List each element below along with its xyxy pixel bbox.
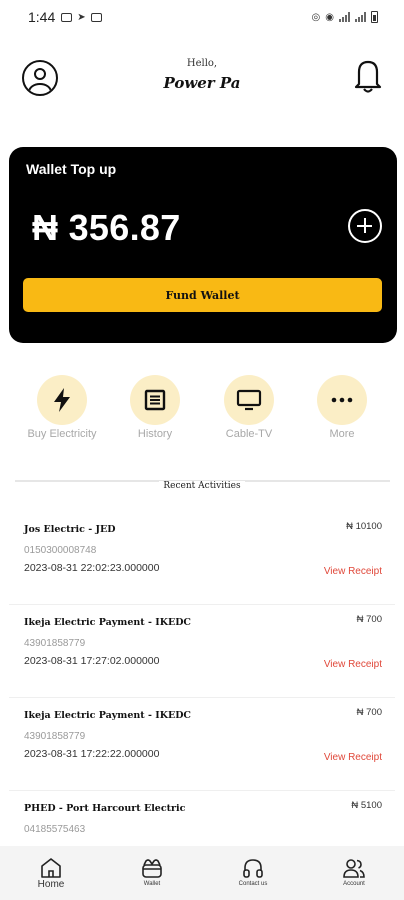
- status-left: 1:44 ➤: [28, 9, 102, 25]
- nav-label: Home: [37, 879, 65, 890]
- wallet-balance: ₦ 356.87: [32, 207, 181, 248]
- quick-action-more[interactable]: More: [297, 375, 387, 440]
- bell-icon[interactable]: [354, 58, 382, 94]
- list-icon: [130, 375, 180, 425]
- activity-meter-number: 04185575463: [24, 824, 86, 835]
- activity-date: 2023-08-31 22:02:23.000000: [24, 562, 160, 574]
- quick-action-history[interactable]: History: [110, 375, 200, 440]
- gallery-icon: [61, 12, 73, 22]
- quick-action-buy-electricity[interactable]: Buy Electricity: [17, 375, 107, 440]
- wallet-card: Wallet Top up ₦ 356.87 Fund Wallet: [9, 147, 397, 343]
- alarm-icon: ◎: [311, 11, 321, 23]
- activity-item[interactable]: Ikeja Electric Payment - IKEDC 439018587…: [9, 605, 395, 698]
- status-bar: 1:44 ➤ ◎ ◉: [0, 0, 404, 34]
- nav-wallet[interactable]: Wallet: [112, 846, 192, 900]
- users-icon: [343, 859, 365, 878]
- more-dots-icon: [317, 375, 367, 425]
- wallet-icon: [142, 859, 162, 878]
- view-receipt-link[interactable]: View Receipt: [324, 566, 382, 577]
- activity-title: PHED - Port Harcourt Electric: [24, 803, 186, 814]
- quick-action-cable-tv[interactable]: Cable-TV: [204, 375, 294, 440]
- activity-item[interactable]: PHED - Port Harcourt Electric 0418557546…: [9, 791, 395, 846]
- activity-date: 2023-08-31 17:27:02.000000: [24, 655, 160, 667]
- message-icon: [90, 12, 102, 22]
- user-name: Power Pa: [163, 74, 241, 92]
- fund-wallet-button[interactable]: Fund Wallet: [23, 278, 382, 312]
- nav-label: Account: [343, 881, 365, 887]
- quick-action-label: More: [329, 428, 355, 440]
- nav-contact-us[interactable]: Contact us: [213, 846, 293, 900]
- activity-amount: ₦ 10100: [346, 521, 382, 532]
- recent-activities-title: Recent Activities: [159, 481, 245, 491]
- wifi-icon: ◉: [325, 11, 334, 23]
- system-icons: ◎ ◉: [312, 11, 378, 23]
- quick-action-label: Cable-TV: [225, 428, 273, 440]
- greeting: Hello,: [186, 58, 218, 69]
- signal-icon: [339, 12, 350, 22]
- activity-date: 2023-08-31 17:22:22.000000: [24, 748, 160, 760]
- activity-title: Ikeja Electric Payment - IKEDC: [24, 710, 191, 721]
- activity-title: Jos Electric - JED: [24, 524, 116, 535]
- activity-amount: ₦ 5100: [351, 800, 382, 811]
- activity-meter-number: 43901858779: [24, 638, 86, 649]
- signal-icon-2: [355, 12, 366, 22]
- quick-action-label: History: [137, 428, 173, 440]
- view-receipt-link[interactable]: View Receipt: [324, 752, 382, 763]
- activity-meter-number: 0150300008748: [24, 545, 97, 556]
- wallet-title: Wallet Top up: [26, 161, 117, 177]
- activity-amount: ₦ 700: [356, 707, 382, 718]
- nav-account[interactable]: Account: [314, 846, 394, 900]
- activity-item[interactable]: Ikeja Electric Payment - IKEDC 439018587…: [9, 698, 395, 791]
- lightning-icon: [37, 375, 87, 425]
- home-icon: [41, 858, 61, 878]
- activity-item[interactable]: Jos Electric - JED 0150300008748 2023-08…: [9, 512, 395, 605]
- bottom-nav: Home Wallet Contact us Account: [0, 846, 404, 900]
- headphones-icon: [243, 859, 263, 878]
- activity-amount: ₦ 700: [356, 614, 382, 625]
- recent-activities-header: Recent Activities: [0, 473, 404, 492]
- quick-action-label: Buy Electricity: [27, 428, 97, 440]
- notification-icons: ➤: [61, 11, 102, 23]
- activity-title: Ikeja Electric Payment - IKEDC: [24, 617, 191, 628]
- header: Hello, Power Pa: [0, 54, 404, 104]
- nav-label: Wallet: [143, 881, 161, 887]
- view-receipt-link[interactable]: View Receipt: [324, 659, 382, 670]
- tv-icon: [224, 375, 274, 425]
- quick-actions: Buy Electricity History Cable-TV More: [0, 375, 404, 445]
- nav-home[interactable]: Home: [11, 846, 91, 900]
- nav-label: Contact us: [238, 881, 268, 887]
- send-icon: ➤: [77, 11, 86, 23]
- add-funds-button[interactable]: [348, 209, 382, 243]
- activity-meter-number: 43901858779: [24, 731, 86, 742]
- status-time: 1:44: [28, 9, 56, 25]
- battery-icon: [371, 11, 378, 23]
